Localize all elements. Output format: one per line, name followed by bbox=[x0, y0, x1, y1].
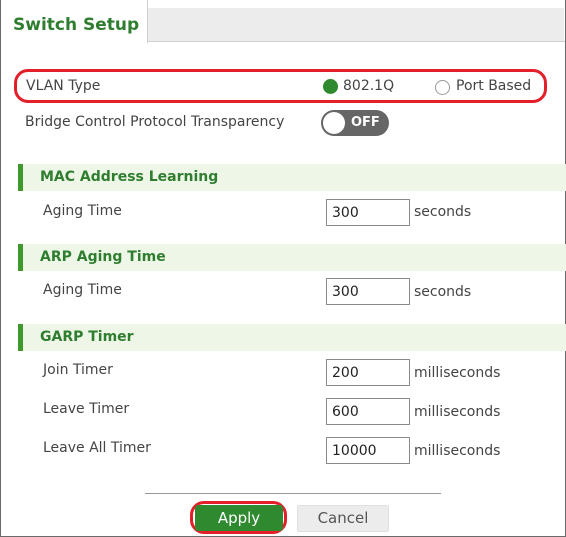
section-title: ARP Aging Time bbox=[40, 249, 166, 265]
apply-button[interactable]: Apply bbox=[195, 505, 283, 531]
section-accent-bar bbox=[18, 324, 23, 351]
tab-bar: Switch Setup bbox=[0, 0, 566, 43]
leave-all-timer-unit: milliseconds bbox=[414, 443, 501, 459]
vlan-port-based-label[interactable]: Port Based bbox=[456, 78, 531, 94]
section-title: MAC Address Learning bbox=[40, 169, 219, 185]
mac-aging-time-label: Aging Time bbox=[43, 203, 122, 219]
footer-divider bbox=[145, 493, 441, 494]
join-timer-label: Join Timer bbox=[43, 362, 113, 378]
arp-aging-time-input[interactable]: 300 bbox=[326, 278, 410, 305]
mac-aging-time-input[interactable]: 300 bbox=[326, 199, 410, 226]
mac-aging-time-unit: seconds bbox=[414, 204, 472, 220]
bpdu-transparency-toggle[interactable]: OFF bbox=[321, 110, 389, 136]
section-accent-bar bbox=[18, 244, 23, 271]
leave-timer-label: Leave Timer bbox=[43, 401, 130, 417]
tab-divider bbox=[148, 41, 565, 42]
leave-timer-unit: milliseconds bbox=[414, 404, 501, 420]
tab-switch-setup[interactable]: Switch Setup bbox=[1, 0, 148, 43]
vlan-8021q-radio[interactable] bbox=[323, 79, 338, 94]
arp-aging-time-label: Aging Time bbox=[43, 282, 122, 298]
vlan-port-based-radio[interactable] bbox=[435, 80, 450, 95]
vlan-8021q-label[interactable]: 802.1Q bbox=[343, 78, 394, 94]
leave-timer-input[interactable]: 600 bbox=[326, 398, 410, 425]
section-accent-bar bbox=[18, 164, 23, 191]
cancel-button[interactable]: Cancel bbox=[297, 505, 389, 532]
section-arp-aging: ARP Aging Time bbox=[18, 244, 566, 271]
section-garp-timer: GARP Timer bbox=[18, 324, 566, 351]
tab-title: Switch Setup bbox=[13, 15, 140, 35]
section-mac-learning: MAC Address Learning bbox=[18, 164, 566, 191]
vlan-type-label: VLAN Type bbox=[26, 78, 101, 94]
toggle-knob bbox=[323, 112, 345, 134]
bpdu-transparency-label: Bridge Control Protocol Transparency bbox=[25, 114, 285, 130]
section-title: GARP Timer bbox=[40, 329, 134, 345]
arp-aging-time-unit: seconds bbox=[414, 284, 472, 300]
join-timer-input[interactable]: 200 bbox=[326, 359, 410, 386]
leave-all-timer-input[interactable]: 10000 bbox=[326, 437, 410, 464]
leave-all-timer-label: Leave All Timer bbox=[43, 440, 151, 456]
toggle-state: OFF bbox=[351, 115, 380, 130]
join-timer-unit: milliseconds bbox=[414, 365, 501, 381]
tab-strip bbox=[148, 8, 564, 41]
